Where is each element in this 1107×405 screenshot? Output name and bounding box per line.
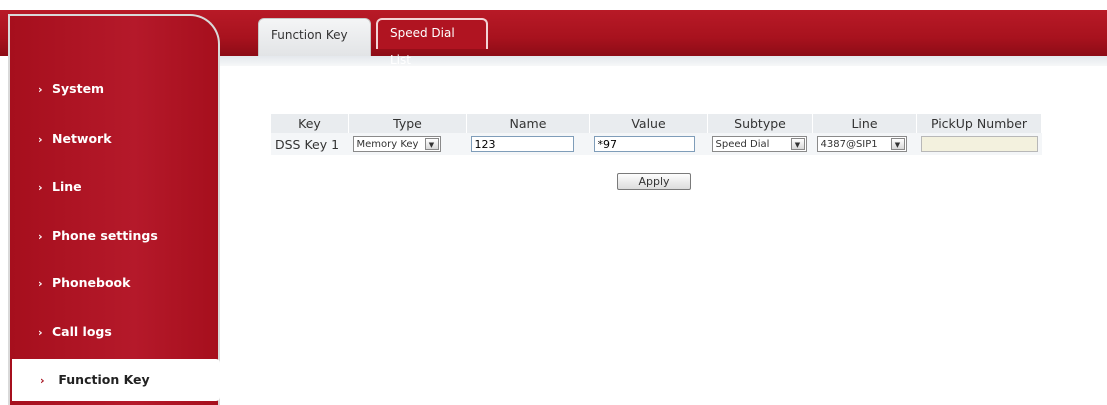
column-header-pickup-number: PickUp Number — [916, 114, 1042, 133]
sidebar-item-label: Phonebook — [52, 275, 131, 290]
tab-strip-underline — [220, 56, 1107, 66]
sidebar-item-phone-settings[interactable]: › Phone settings — [10, 215, 220, 257]
function-key-table: Key Type Name Value Subtype Line PickUp … — [271, 114, 1042, 155]
value-input[interactable] — [593, 136, 695, 152]
column-header-name: Name — [466, 114, 590, 133]
name-input[interactable] — [470, 136, 574, 152]
line-cell: 4387@SIP1 ▼ — [812, 133, 917, 155]
table-row: DSS Key 1 Memory Key ▼ Speed Dial ▼ — [271, 133, 1042, 155]
sidebar-item-label: Network — [52, 131, 112, 146]
chevron-right-icon: › — [38, 133, 43, 146]
type-cell: Memory Key ▼ — [348, 133, 467, 155]
column-header-subtype: Subtype — [707, 114, 813, 133]
pickup-cell — [916, 133, 1042, 155]
sidebar-item-label: Call logs — [52, 324, 112, 339]
name-cell — [466, 133, 590, 155]
chevron-right-icon: › — [38, 83, 43, 96]
tab-speed-dial-list[interactable]: Speed Dial List — [376, 18, 488, 67]
sidebar-item-network[interactable]: › Network — [10, 118, 220, 160]
chevron-right-icon: › — [38, 277, 43, 290]
table-header-row: Key Type Name Value Subtype Line PickUp … — [271, 114, 1042, 133]
chevron-right-icon: › — [38, 326, 43, 339]
line-select-value: 4387@SIP1 — [820, 138, 878, 150]
tab-function-key[interactable]: Function Key — [258, 18, 371, 56]
column-header-type: Type — [348, 114, 467, 133]
key-cell: DSS Key 1 — [271, 133, 349, 155]
chevron-right-icon: › — [40, 374, 45, 387]
column-header-value: Value — [589, 114, 708, 133]
sidebar-item-label: Phone settings — [52, 228, 158, 243]
subtype-select-value: Speed Dial — [715, 138, 770, 150]
sidebar-item-system[interactable]: › System — [10, 68, 220, 110]
sidebar: › System › Network › Line › Phone settings ›… — [8, 14, 220, 405]
sidebar-item-phonebook[interactable]: › Phonebook — [10, 262, 220, 304]
chevron-down-icon[interactable]: ▼ — [890, 138, 905, 151]
sidebar-item-label: Line — [52, 179, 82, 194]
chevron-down-icon[interactable]: ▼ — [424, 138, 439, 151]
sidebar-item-label: System — [52, 81, 105, 96]
type-select-value: Memory Key — [356, 138, 419, 150]
subtype-cell: Speed Dial ▼ — [707, 133, 813, 155]
value-cell — [589, 133, 708, 155]
chevron-right-icon: › — [38, 230, 43, 243]
type-select[interactable]: Memory Key ▼ — [352, 136, 441, 153]
subtype-select[interactable]: Speed Dial ▼ — [711, 136, 807, 153]
apply-button[interactable]: Apply — [617, 173, 691, 190]
sidebar-item-function-key[interactable]: › Function Key — [12, 359, 220, 401]
column-header-line: Line — [812, 114, 917, 133]
sidebar-item-call-logs[interactable]: › Call logs — [10, 311, 220, 353]
column-header-key: Key — [271, 114, 349, 133]
sidebar-item-label: Function Key — [58, 372, 150, 387]
pickup-number-input — [920, 136, 1038, 152]
chevron-down-icon[interactable]: ▼ — [790, 138, 805, 151]
sidebar-item-line[interactable]: › Line — [10, 166, 220, 208]
line-select[interactable]: 4387@SIP1 ▼ — [816, 136, 907, 153]
chevron-right-icon: › — [38, 181, 43, 194]
